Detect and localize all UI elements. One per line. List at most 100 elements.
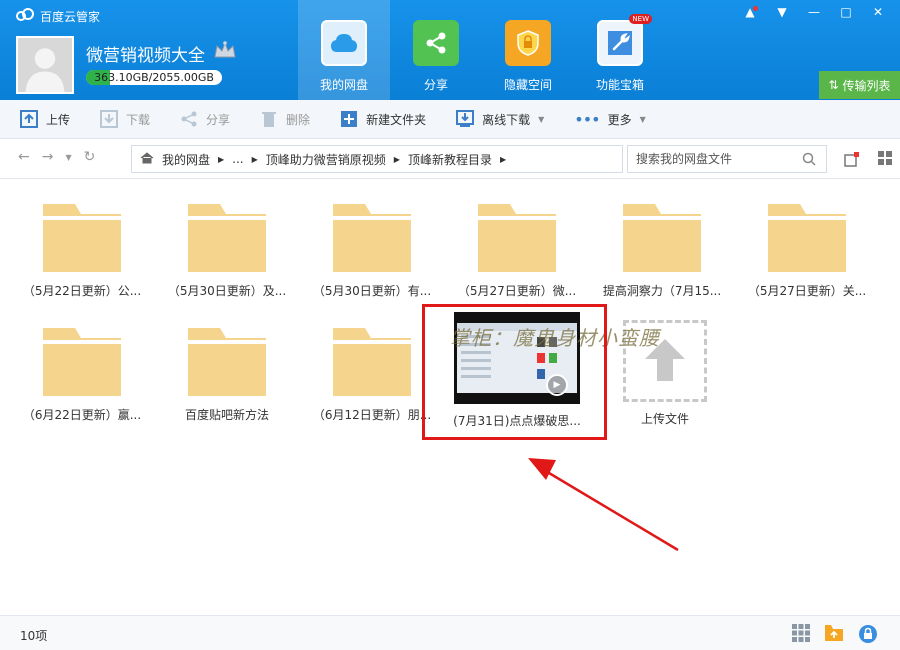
new-badge: NEW — [629, 14, 652, 24]
nav-buttons: ← → ▼ ↻ — [18, 149, 95, 165]
wrench-icon — [597, 20, 643, 66]
breadcrumb-separator-icon: ▶ — [218, 154, 225, 164]
item-label: 百度贴吧新方法 — [184, 408, 269, 422]
breadcrumb-item[interactable]: 顶峰新教程目录 — [408, 151, 492, 168]
refresh-icon[interactable]: ↻ — [84, 149, 96, 165]
folder-icon — [41, 326, 123, 398]
forward-arrow-icon[interactable]: → — [42, 149, 54, 165]
new-folder-icon — [340, 110, 358, 128]
tab-label: 隐藏空间 — [503, 78, 552, 92]
more-button[interactable]: ••• 更多 ▼ — [574, 110, 645, 129]
tab-my-disk[interactable]: 我的网盘 — [298, 0, 390, 100]
username-text: 微营销视频大全 — [86, 46, 205, 66]
minimize-button[interactable]: — — [798, 2, 830, 22]
quota-text: 363.10GB/2055.00GB — [94, 71, 214, 84]
item-label: （6月12日更新）朋... — [312, 408, 432, 422]
lock-icon — [505, 20, 551, 66]
folder-item[interactable]: （6月12日更新）朋... — [302, 326, 442, 423]
tab-label: 功能宝箱 — [595, 78, 644, 92]
item-label: （5月27日更新）微... — [457, 284, 577, 298]
crown-icon — [213, 41, 237, 66]
avatar[interactable] — [16, 36, 74, 94]
app-title: 百度云管家 — [16, 8, 100, 25]
folder-icon — [41, 202, 123, 274]
menu-icon[interactable]: ▼ — [766, 2, 798, 22]
transfer-icon: ⇅ — [828, 78, 839, 92]
folder-icon — [331, 202, 413, 274]
home-icon[interactable] — [140, 151, 154, 167]
share-icon — [180, 110, 198, 128]
item-label: （5月30日更新）有... — [312, 284, 432, 298]
tab-toolbox[interactable]: NEW 功能宝箱 — [574, 0, 666, 100]
delete-label: 删除 — [286, 112, 311, 127]
offline-download-label: 离线下载 — [482, 112, 531, 127]
offline-download-icon — [456, 110, 475, 128]
transfer-label: 传输列表 — [842, 78, 891, 93]
item-label: 上传文件 — [640, 412, 689, 426]
close-button[interactable]: ✕ — [862, 2, 894, 22]
upload-label: 上传 — [46, 112, 71, 127]
new-folder-button[interactable]: 新建文件夹 — [340, 110, 426, 128]
folder-icon — [186, 326, 268, 398]
tab-share[interactable]: 分享 — [390, 0, 482, 100]
delete-button[interactable]: 删除 — [260, 110, 310, 128]
breadcrumb-item[interactable]: ... — [232, 152, 243, 166]
app-title-text: 百度云管家 — [40, 10, 101, 24]
folder-icon — [476, 202, 558, 274]
grid-view-icon[interactable] — [878, 151, 892, 170]
back-arrow-icon[interactable]: ← — [18, 149, 30, 165]
folder-item[interactable]: （5月27日更新）关... — [737, 202, 877, 299]
more-dots-icon: ••• — [574, 109, 600, 129]
download-button[interactable]: 下载 — [100, 110, 150, 128]
annotation-arrow-icon — [528, 458, 679, 552]
transfer-list-button[interactable]: ⇅ 传输列表 — [819, 71, 900, 99]
cloud-icon — [321, 20, 367, 66]
apps-grid-icon[interactable] — [792, 624, 810, 647]
folder-icon — [186, 202, 268, 274]
trash-icon — [260, 110, 278, 128]
quota-bar: 363.10GB/2055.00GB — [86, 70, 222, 85]
lock-status-icon[interactable] — [858, 624, 878, 647]
share-button[interactable]: 分享 — [180, 110, 230, 128]
address-bar: ← → ▼ ↻ 我的网盘 ▶ ... ▶ 顶峰助力微营销原视频 ▶ 顶峰新教程目… — [0, 139, 900, 179]
item-count: 10项 — [20, 629, 48, 643]
breadcrumb-separator-icon: ▶ — [499, 154, 507, 164]
folder-item[interactable]: 百度贴吧新方法 — [157, 326, 297, 423]
history-caret-icon[interactable]: ▼ — [65, 149, 71, 165]
tab-label: 分享 — [423, 78, 448, 92]
view-toggle — [844, 151, 892, 170]
toolbar: 上传 下载 分享 删除 新建文件夹 离线下载 ▼ ••• 更多 ▼ — [0, 100, 900, 139]
tab-hidden-space[interactable]: 隐藏空间 — [482, 0, 574, 100]
more-label: 更多 — [607, 112, 632, 127]
nav-tabs: 我的网盘 分享 隐藏空间 NEW 功能宝箱 — [298, 0, 666, 100]
folder-item[interactable]: （5月30日更新）有... — [302, 202, 442, 299]
folder-item[interactable]: （6月22日更新）赢... — [12, 326, 152, 423]
search-icon[interactable] — [802, 152, 816, 169]
window-controls: ▲ ▼ — □ ✕ — [734, 2, 894, 22]
folder-icon — [621, 202, 703, 274]
search-input[interactable] — [636, 152, 796, 166]
folder-item[interactable]: 提高洞察力（7月15... — [592, 202, 732, 299]
breadcrumb-item[interactable]: 顶峰助力微营销原视频 — [266, 151, 386, 168]
breadcrumb-item[interactable]: 我的网盘 — [162, 151, 210, 168]
upload-button[interactable]: 上传 — [20, 110, 70, 128]
offline-download-button[interactable]: 离线下载 ▼ — [456, 110, 544, 128]
download-label: 下载 — [126, 112, 151, 127]
username: 微营销视频大全 — [86, 41, 237, 66]
sort-view-icon[interactable] — [844, 151, 860, 170]
notification-icon[interactable]: ▲ — [734, 2, 766, 22]
folder-item[interactable]: （5月22日更新）公... — [12, 202, 152, 299]
tab-label: 我的网盘 — [319, 78, 368, 92]
status-bar: 10项 — [0, 615, 900, 650]
highlight-box — [422, 304, 607, 440]
upload-folder-icon[interactable] — [824, 624, 844, 647]
breadcrumb-separator-icon: ▶ — [251, 154, 258, 164]
item-label: （5月22日更新）公... — [22, 284, 142, 298]
breadcrumb: 我的网盘 ▶ ... ▶ 顶峰助力微营销原视频 ▶ 顶峰新教程目录 ▶ — [131, 145, 623, 173]
folder-item[interactable]: （5月27日更新）微... — [447, 202, 587, 299]
folder-item[interactable]: （5月30日更新）及... — [157, 202, 297, 299]
maximize-button[interactable]: □ — [830, 2, 862, 22]
dropdown-caret-icon: ▼ — [639, 114, 646, 124]
item-label: （5月30日更新）及... — [167, 284, 287, 298]
item-label: 提高洞察力（7月15... — [602, 284, 722, 298]
